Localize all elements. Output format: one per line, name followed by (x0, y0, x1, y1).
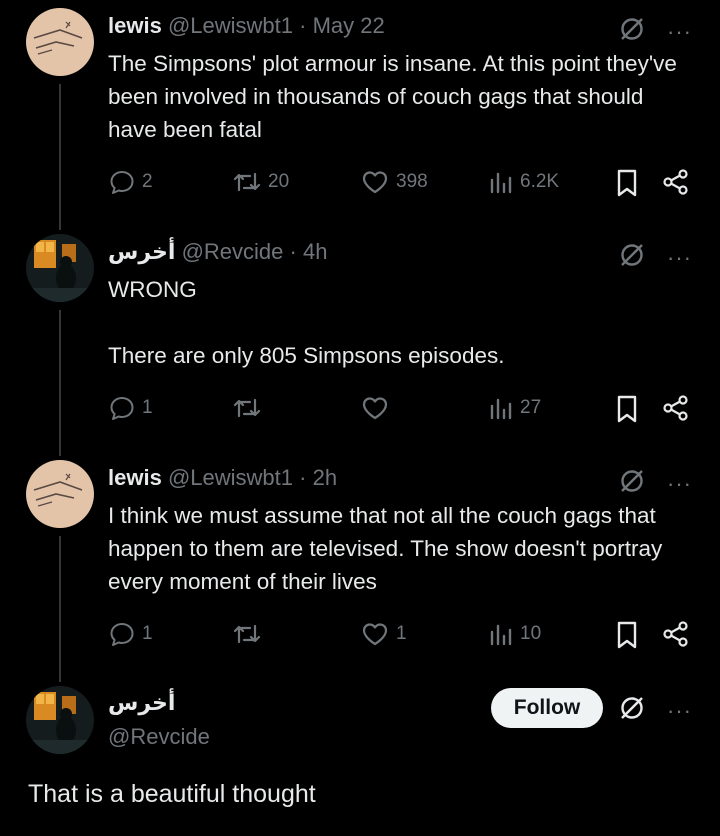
bookmark-button[interactable] (614, 394, 640, 424)
like-count: 398 (396, 171, 428, 192)
repost-icon (233, 624, 261, 644)
like-icon (362, 623, 388, 646)
views-button[interactable]: 10 (488, 620, 541, 648)
share-button[interactable] (662, 394, 690, 422)
author-handle[interactable]: @Revcide (182, 239, 284, 264)
views-icon (490, 398, 512, 420)
share-icon (663, 169, 688, 195)
tweet-header: أخرس @Revcide · 4h (108, 239, 327, 265)
repost-button[interactable] (232, 620, 268, 648)
like-button[interactable]: 398 (360, 168, 428, 196)
tweet-text: The Simpsons' plot armour is insane. At … (108, 51, 677, 142)
repost-icon (233, 398, 261, 418)
repost-button[interactable] (232, 394, 268, 422)
views-button[interactable]: 27 (488, 394, 541, 422)
reply-count: 1 (142, 623, 153, 644)
bookmark-button[interactable] (614, 620, 640, 650)
share-icon (663, 395, 688, 421)
bookmark-icon (617, 395, 637, 423)
repost-button[interactable]: 20 (232, 168, 289, 196)
more-icon[interactable]: ··· (667, 20, 692, 43)
share-icon (663, 621, 688, 647)
separator-dot: · (299, 465, 307, 490)
grok-icon[interactable] (619, 16, 645, 47)
tweet-header: lewis @Lewiswbt1 · 2h (108, 465, 337, 491)
author-name[interactable]: أخرس (108, 239, 175, 264)
separator-dot: · (289, 239, 297, 264)
reply-icon (110, 171, 134, 194)
avatar-lewis[interactable] (26, 460, 94, 528)
grok-icon[interactable] (619, 468, 645, 499)
views-icon (490, 172, 512, 194)
avatar-lewis[interactable] (26, 8, 94, 76)
share-button[interactable] (662, 620, 690, 648)
thread-line (59, 536, 61, 682)
bookmark-icon (617, 169, 637, 197)
views-button[interactable]: 6.2K (488, 168, 559, 196)
reply-icon (110, 397, 134, 420)
repost-icon (233, 172, 261, 192)
tweet-header: lewis @Lewiswbt1 · May 22 (108, 13, 385, 39)
timestamp[interactable]: 2h (313, 465, 337, 490)
avatar-revcide[interactable] (26, 686, 94, 754)
avatar-revcide[interactable] (26, 234, 94, 302)
author-name[interactable]: lewis (108, 465, 162, 490)
author-name-row: أخرس (108, 690, 175, 716)
reply-button[interactable]: 1 (108, 620, 153, 648)
reply-icon (110, 623, 134, 646)
grok-icon[interactable] (619, 242, 645, 273)
reply-count: 2 (142, 171, 153, 192)
timestamp[interactable]: 4h (303, 239, 327, 264)
author-handle[interactable]: @Lewiswbt1 (168, 13, 293, 38)
share-button[interactable] (662, 168, 690, 196)
like-count: 1 (396, 623, 407, 644)
tweet-text-line: WRONG (108, 277, 197, 302)
like-button[interactable] (360, 394, 396, 422)
grok-icon[interactable] (619, 695, 645, 726)
separator-dot: · (299, 13, 307, 38)
action-bar: 2 20 398 6.2K (108, 168, 692, 198)
reply-button[interactable]: 1 (108, 394, 153, 422)
like-icon (362, 171, 388, 194)
views-count: 6.2K (520, 171, 560, 192)
author-handle[interactable]: @Lewiswbt1 (168, 465, 293, 490)
thread-line (59, 310, 61, 456)
repost-count: 20 (268, 171, 290, 192)
tweet-text-line: There are only 805 Simpsons episodes. (108, 343, 505, 368)
views-count: 10 (520, 623, 542, 644)
author-name[interactable]: أخرس (108, 690, 175, 715)
more-icon[interactable]: ··· (667, 699, 692, 722)
tweet-text: I think we must assume that not all the … (108, 503, 663, 594)
bookmark-button[interactable] (614, 168, 640, 198)
author-handle[interactable]: @Revcide (108, 724, 210, 749)
more-icon[interactable]: ··· (667, 472, 692, 495)
bookmark-icon (617, 621, 637, 649)
post-text: That is a beautiful thought (28, 780, 316, 808)
reply-count: 1 (142, 397, 153, 418)
more-icon[interactable]: ··· (667, 246, 692, 269)
like-button[interactable]: 1 (360, 620, 407, 648)
action-bar: 1 27 (108, 394, 692, 424)
action-bar: 1 1 10 (108, 620, 692, 650)
timestamp[interactable]: May 22 (313, 13, 385, 38)
views-count: 27 (520, 397, 542, 418)
views-icon (490, 624, 512, 646)
like-icon (362, 397, 388, 420)
author-name[interactable]: lewis (108, 13, 162, 38)
reply-button[interactable]: 2 (108, 168, 153, 196)
author-handle-row: @Revcide (108, 724, 210, 750)
follow-button[interactable]: Follow (491, 688, 603, 728)
thread-line (59, 84, 61, 230)
